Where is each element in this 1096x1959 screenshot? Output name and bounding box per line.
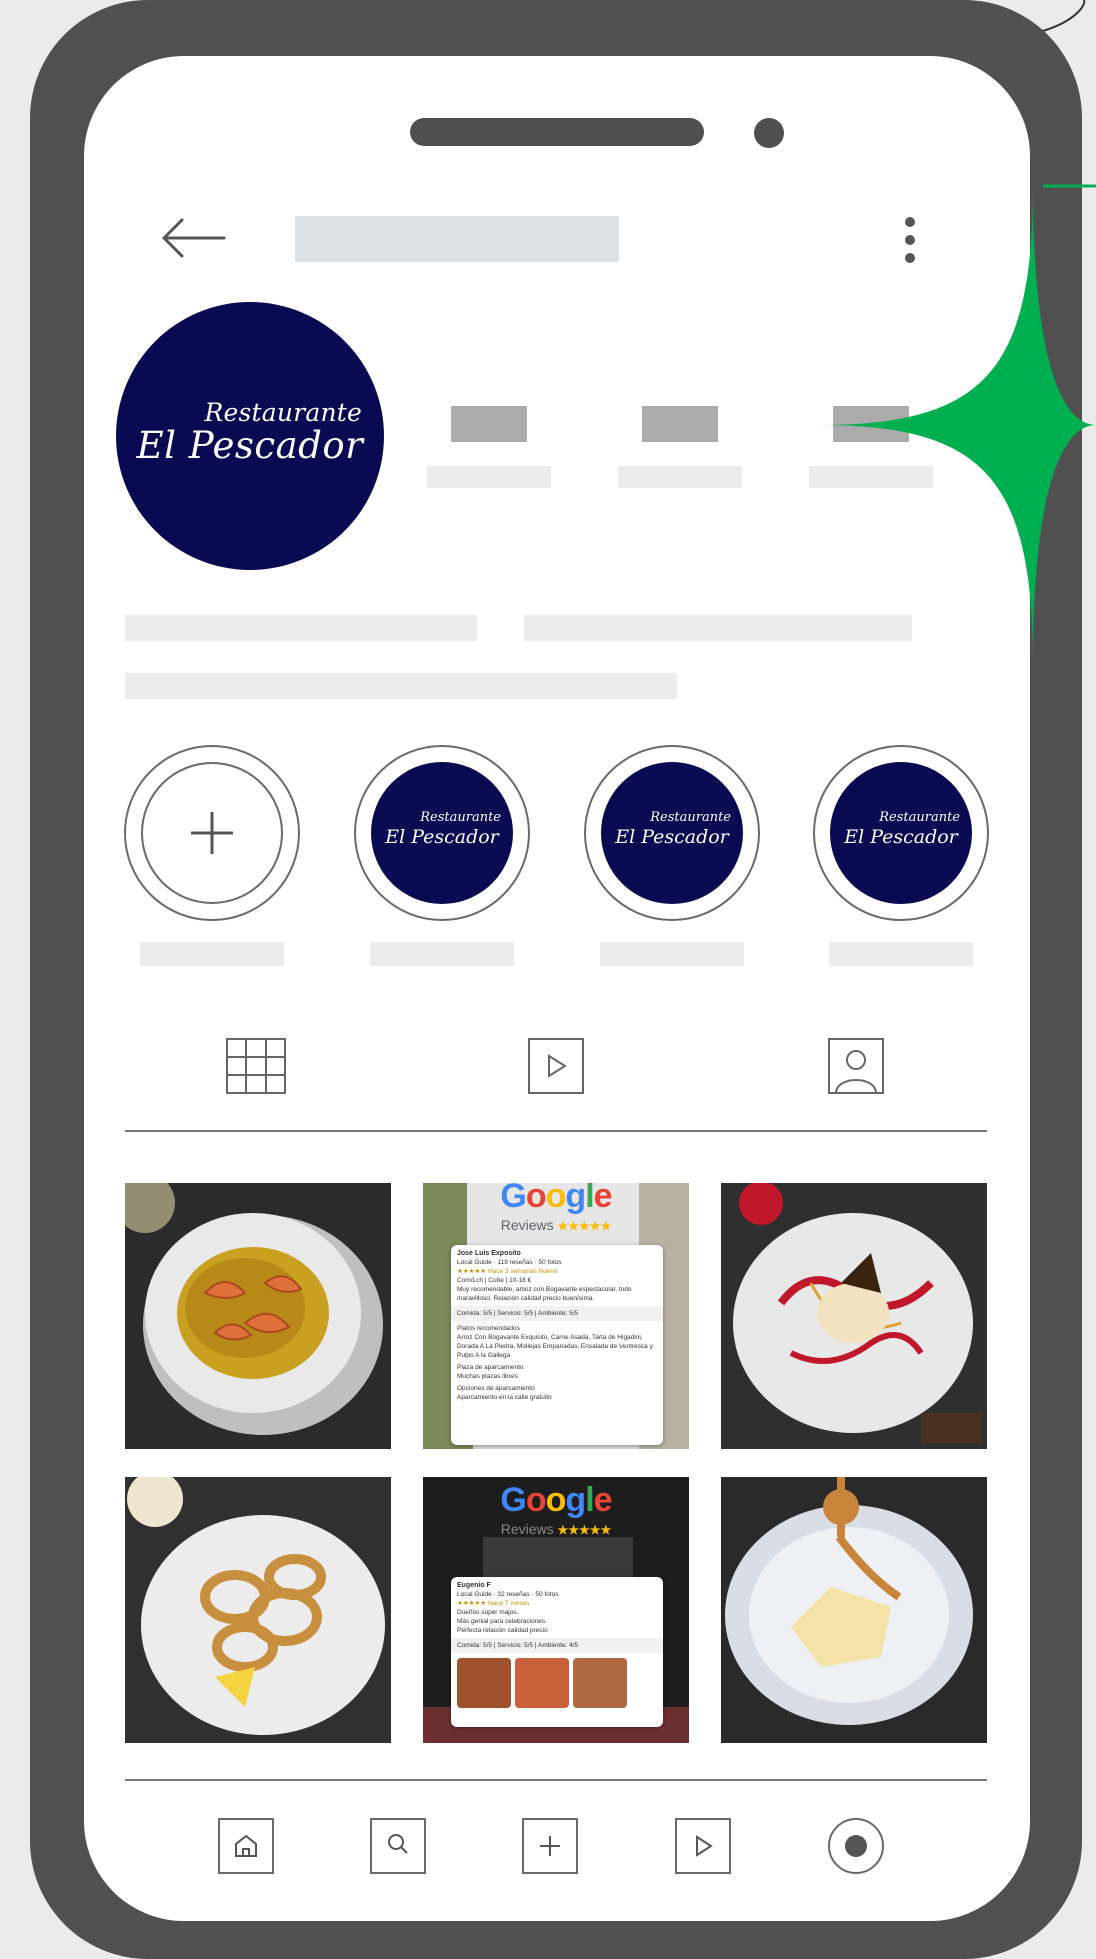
back-arrow-icon[interactable] — [160, 218, 226, 258]
create-button[interactable] — [522, 1818, 578, 1874]
google-reviews-label: Reviews ★★★★★ — [500, 1217, 612, 1233]
bio-line-placeholder — [125, 673, 677, 699]
review-dishes-label: Platos recomendados — [457, 1325, 520, 1332]
google-reviews-label: Reviews ★★★★★ — [500, 1521, 612, 1537]
review-text: Muy recomendable, amoz con Bogavante esp… — [457, 1286, 632, 1302]
highlight-label-placeholder — [370, 942, 514, 966]
review-card: Eugenio F Local Guide · 32 reseñas · 50 … — [451, 1577, 663, 1727]
highlight-logo-line2: El Pescador — [844, 826, 958, 848]
review-dishes: Arroz Con Bogavante Exquisito, Carne Asa… — [457, 1334, 653, 1359]
post-icecream-dish[interactable] — [721, 1477, 987, 1743]
highlight-logo: Restaurante El Pescador — [371, 762, 513, 904]
followers-count-placeholder[interactable] — [618, 406, 742, 490]
post-shrimp-dish[interactable] — [125, 1183, 391, 1449]
story-highlight[interactable]: Restaurante El Pescador — [354, 745, 530, 921]
review-author: Jose Luis Exposito — [457, 1250, 521, 1257]
bio-line-placeholder — [125, 615, 477, 641]
grid-icon[interactable] — [226, 1038, 286, 1094]
highlight-label-placeholder — [600, 942, 744, 966]
posts-count-placeholder[interactable] — [427, 406, 551, 490]
highlight-logo-line2: El Pescador — [615, 826, 729, 848]
play-icon — [696, 1835, 713, 1857]
highlight-label-placeholder — [140, 942, 284, 966]
reels-button[interactable] — [675, 1818, 731, 1874]
review-scores: Comida: 5/5 | Servicio: 5/5 | Ambiente: … — [451, 1638, 663, 1653]
stat-label-placeholder — [618, 466, 742, 488]
highlight-label-placeholder — [829, 942, 973, 966]
review-rating: ★★★★★ Hace 3 semanas Nuevo — [457, 1268, 558, 1275]
highlight-logo-line1: Restaurante — [879, 810, 960, 825]
search-icon — [388, 1834, 408, 1854]
search-button[interactable] — [370, 1818, 426, 1874]
post-google-review-1[interactable]: Google Reviews ★★★★★ Jose Luis Exposito … — [423, 1183, 689, 1449]
post-dessert-dish[interactable] — [721, 1183, 987, 1449]
username-placeholder — [295, 216, 619, 262]
review-author-meta: Local Guide · 32 reseñas · 50 fotos — [457, 1591, 559, 1598]
phone-camera — [754, 118, 784, 148]
post-google-review-2[interactable]: Google Reviews ★★★★★ Eugenio F Local Gui… — [423, 1477, 689, 1743]
story-highlight[interactable]: Restaurante El Pescador — [584, 745, 760, 921]
create-icon — [540, 1836, 560, 1856]
highlight-logo-line2: El Pescador — [385, 826, 499, 848]
review-author: Eugenio F — [457, 1582, 491, 1589]
google-logo-text: Google — [500, 1183, 612, 1215]
tabs-divider — [125, 1130, 987, 1132]
review-parking: Muchas plazas libres — [457, 1373, 518, 1380]
profile-button[interactable] — [828, 1818, 884, 1874]
tagged-icon[interactable] — [828, 1038, 884, 1094]
profile-avatar[interactable]: Restaurante El Pescador — [116, 302, 384, 570]
stat-number-placeholder — [642, 406, 718, 442]
highlight-logo-line1: Restaurante — [650, 810, 731, 825]
shrimp-dish-image — [125, 1183, 391, 1449]
stat-number-placeholder — [451, 406, 527, 442]
story-highlight[interactable]: Restaurante El Pescador — [813, 745, 989, 921]
green-sparkle-decoration — [819, 184, 1096, 666]
profile-icon — [845, 1835, 867, 1857]
bottom-nav-divider — [125, 1779, 987, 1781]
new-highlight-button[interactable] — [124, 745, 300, 921]
review-meta: Com/Lch | Cube | 10-18 € — [457, 1277, 532, 1284]
review-parking-label: Plaza de aparcamiento — [457, 1364, 524, 1371]
review-options: Aparcamiento en la calle gratuito — [457, 1394, 552, 1401]
review-scores: Comida: 5/5 | Servicio: 5/5 | Ambiente: … — [451, 1306, 663, 1321]
dessert-dish-image — [721, 1183, 987, 1449]
home-button[interactable] — [218, 1818, 274, 1874]
review-rating: ★★★★★ Hace 7 meses — [457, 1600, 530, 1607]
reels-icon[interactable] — [528, 1038, 584, 1094]
google-logo-text: Google — [500, 1481, 612, 1519]
logo-text-el-pescador: El Pescador — [136, 424, 364, 467]
calamari-dish-image — [125, 1477, 391, 1743]
bio-line-placeholder — [524, 615, 912, 641]
icecream-dish-image — [721, 1477, 987, 1743]
review-photos — [457, 1658, 627, 1708]
logo-text-restaurante: Restaurante — [204, 398, 362, 427]
review-author-meta: Local Guide · 119 reseñas · 50 fotos — [457, 1259, 562, 1266]
review-options-label: Opciones de aparcamiento — [457, 1385, 535, 1392]
post-calamari-dish[interactable] — [125, 1477, 391, 1743]
stat-label-placeholder — [427, 466, 551, 488]
new-highlight-circle — [141, 762, 283, 904]
phone-speaker — [410, 118, 704, 146]
review-card: Jose Luis Exposito Local Guide · 119 res… — [451, 1245, 663, 1445]
plus-icon — [191, 812, 233, 854]
highlight-logo-line1: Restaurante — [420, 810, 501, 825]
review-text: Dueños súper majos. Más genial para cele… — [457, 1609, 548, 1634]
home-icon — [235, 1834, 257, 1857]
highlight-logo: Restaurante El Pescador — [830, 762, 972, 904]
highlight-logo: Restaurante El Pescador — [601, 762, 743, 904]
